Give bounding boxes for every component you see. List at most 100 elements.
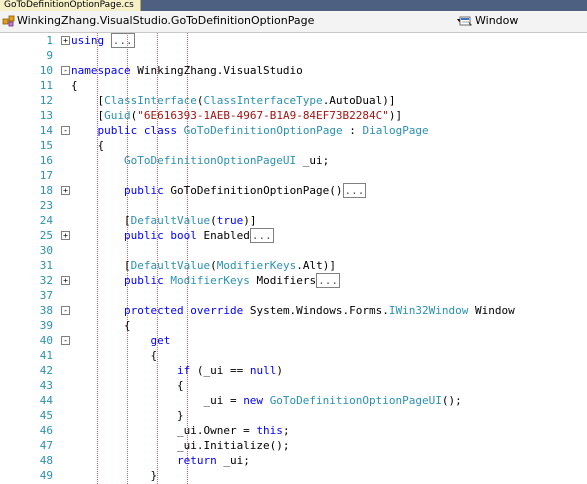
expand-icon[interactable]: + [61, 276, 70, 285]
code-line[interactable]: 16 GoToDefinitionOptionPageUI _ui; [0, 153, 587, 168]
keyword-token: null [249, 364, 277, 377]
code-line[interactable]: 10- namespace WinkingZhang.VisualStudio [0, 63, 587, 78]
expand-icon[interactable]: + [61, 231, 70, 240]
code-line[interactable]: 1 + using ... [0, 33, 587, 48]
code-token: _ui.Initialize(); [71, 439, 290, 452]
code-line[interactable]: 23 [0, 198, 587, 213]
code-line[interactable]: 40- get [0, 333, 587, 348]
collapse-icon[interactable]: - [61, 306, 70, 315]
expand-icon[interactable]: + [61, 186, 70, 195]
code-token: } [71, 469, 158, 482]
code-text: get [71, 333, 170, 348]
code-token: Modifiers [249, 274, 317, 287]
keyword-token: class [143, 124, 177, 137]
line-number: 11 [39, 79, 53, 92]
code-line[interactable]: 32 + public ModifierKeys Modifiers... [0, 273, 587, 288]
code-text: public GoToDefinitionOptionPage()... [71, 183, 367, 198]
line-number: 25 [39, 229, 53, 242]
navigation-bar: WinkingZhang.VisualStudio.GoToDefinition… [0, 11, 587, 33]
keyword-token: public [123, 229, 164, 242]
code-line[interactable]: 44 _ui = new GoToDefinitionOptionPageUI(… [0, 393, 587, 408]
keyword-token: bool [170, 229, 197, 242]
code-token: Enabled [196, 229, 250, 242]
code-line[interactable]: 25 + public bool Enabled... [0, 228, 587, 243]
code-token: )] [388, 109, 403, 122]
document-tab[interactable]: GoToDefinitionOptionPage.cs [0, 0, 141, 11]
collapsed-region[interactable]: ... [249, 228, 274, 243]
code-line[interactable]: 15 { [0, 138, 587, 153]
collapsed-region[interactable]: ... [316, 273, 340, 288]
line-number: 44 [39, 394, 53, 407]
code-line[interactable]: 42 if (_ui == null) [0, 363, 587, 378]
code-token: System.Windows.Forms. [243, 304, 389, 317]
line-number: 9 [46, 49, 53, 62]
code-line[interactable]: 38- protected override System.Windows.Fo… [0, 303, 587, 318]
collapse-icon[interactable]: - [61, 336, 70, 345]
code-line[interactable]: 45 } [0, 408, 587, 423]
member-dropdown[interactable]: Window [459, 13, 585, 29]
keyword-token: public [97, 124, 138, 137]
code-line[interactable]: 11 { [0, 78, 587, 93]
code-text: { [71, 318, 131, 333]
type-dropdown[interactable]: WinkingZhang.VisualStudio.GoToDefinition… [2, 13, 463, 29]
line-number: 41 [39, 349, 53, 362]
line-number: 23 [39, 199, 53, 212]
line-number: 15 [39, 139, 53, 152]
line-number: 42 [39, 364, 53, 377]
collapse-icon[interactable]: - [61, 126, 70, 135]
code-editor[interactable]: 1 + using ... 9 10- namespace WinkingZhang.Vi… [0, 33, 587, 484]
line-number: 1 [46, 34, 53, 47]
code-token: _ui; [296, 154, 330, 167]
type-token: Guid [104, 109, 131, 122]
code-line[interactable]: 49 } [0, 468, 587, 483]
line-number: 24 [39, 214, 53, 227]
code-line[interactable]: 14- public class GoToDefinitionOptionPag… [0, 123, 587, 138]
code-text: namespace WinkingZhang.VisualStudio [71, 63, 303, 78]
collapsed-region[interactable]: ... [110, 33, 135, 48]
code-line[interactable]: 18 + public GoToDefinitionOptionPage()... [0, 183, 587, 198]
code-line[interactable]: 12 [ClassInterface(ClassInterfaceType.Au… [0, 93, 587, 108]
code-line[interactable]: 30 [0, 243, 587, 258]
type-token: GoToDefinitionOptionPageUI [269, 394, 442, 407]
line-number: 40 [39, 334, 53, 347]
collapsed-region[interactable]: ... [342, 183, 367, 198]
code-token: (_ui == [190, 364, 250, 377]
code-text: [Guid("6E616393-1AEB-4967-B1A9-84EF73B22… [71, 108, 402, 123]
code-line[interactable]: 37 [0, 288, 587, 303]
code-line[interactable]: 43 { [0, 378, 587, 393]
expand-icon[interactable]: + [61, 36, 70, 45]
code-line[interactable]: 46 _ui.Owner = this; [0, 423, 587, 438]
document-tab-strip: GoToDefinitionOptionPage.cs [0, 0, 587, 11]
code-token: { [71, 139, 105, 152]
code-text: if (_ui == null) [71, 363, 283, 378]
code-text: return _ui; [71, 453, 250, 468]
code-text: public ModifierKeys Modifiers... [71, 273, 340, 288]
code-line[interactable]: 47 _ui.Initialize(); [0, 438, 587, 453]
string-token: "6E616393-1AEB-4967-B1A9-84EF73B2284C" [137, 109, 389, 122]
line-number: 16 [39, 154, 53, 167]
code-line[interactable]: 41 { [0, 348, 587, 363]
type-token: ClassInterface [104, 94, 197, 107]
code-line[interactable]: 17 [0, 168, 587, 183]
code-token: _ui = [71, 394, 244, 407]
code-line[interactable]: 24 [DefaultValue(true)] [0, 213, 587, 228]
code-text: [ClassInterface(ClassInterfaceType.AutoD… [71, 93, 395, 108]
member-dropdown-value: Window [475, 14, 519, 27]
code-text: [DefaultValue(ModifierKeys.Alt)] [71, 258, 336, 273]
line-number: 48 [39, 454, 53, 467]
code-text: } [71, 468, 157, 483]
code-line[interactable]: 39 { [0, 318, 587, 333]
keyword-token: using [71, 34, 105, 47]
collapse-icon[interactable]: - [61, 66, 70, 75]
type-token: ClassInterfaceType [203, 94, 323, 107]
code-line[interactable]: 13 [Guid("6E616393-1AEB-4967-B1A9-84EF73… [0, 108, 587, 123]
code-line[interactable]: 48 return _ui; [0, 453, 587, 468]
code-token: { [71, 349, 158, 362]
code-line[interactable]: 31 [DefaultValue(ModifierKeys.Alt)] [0, 258, 587, 273]
code-text: _ui = new GoToDefinitionOptionPageUI(); [71, 393, 461, 408]
code-line[interactable]: 9 [0, 48, 587, 63]
